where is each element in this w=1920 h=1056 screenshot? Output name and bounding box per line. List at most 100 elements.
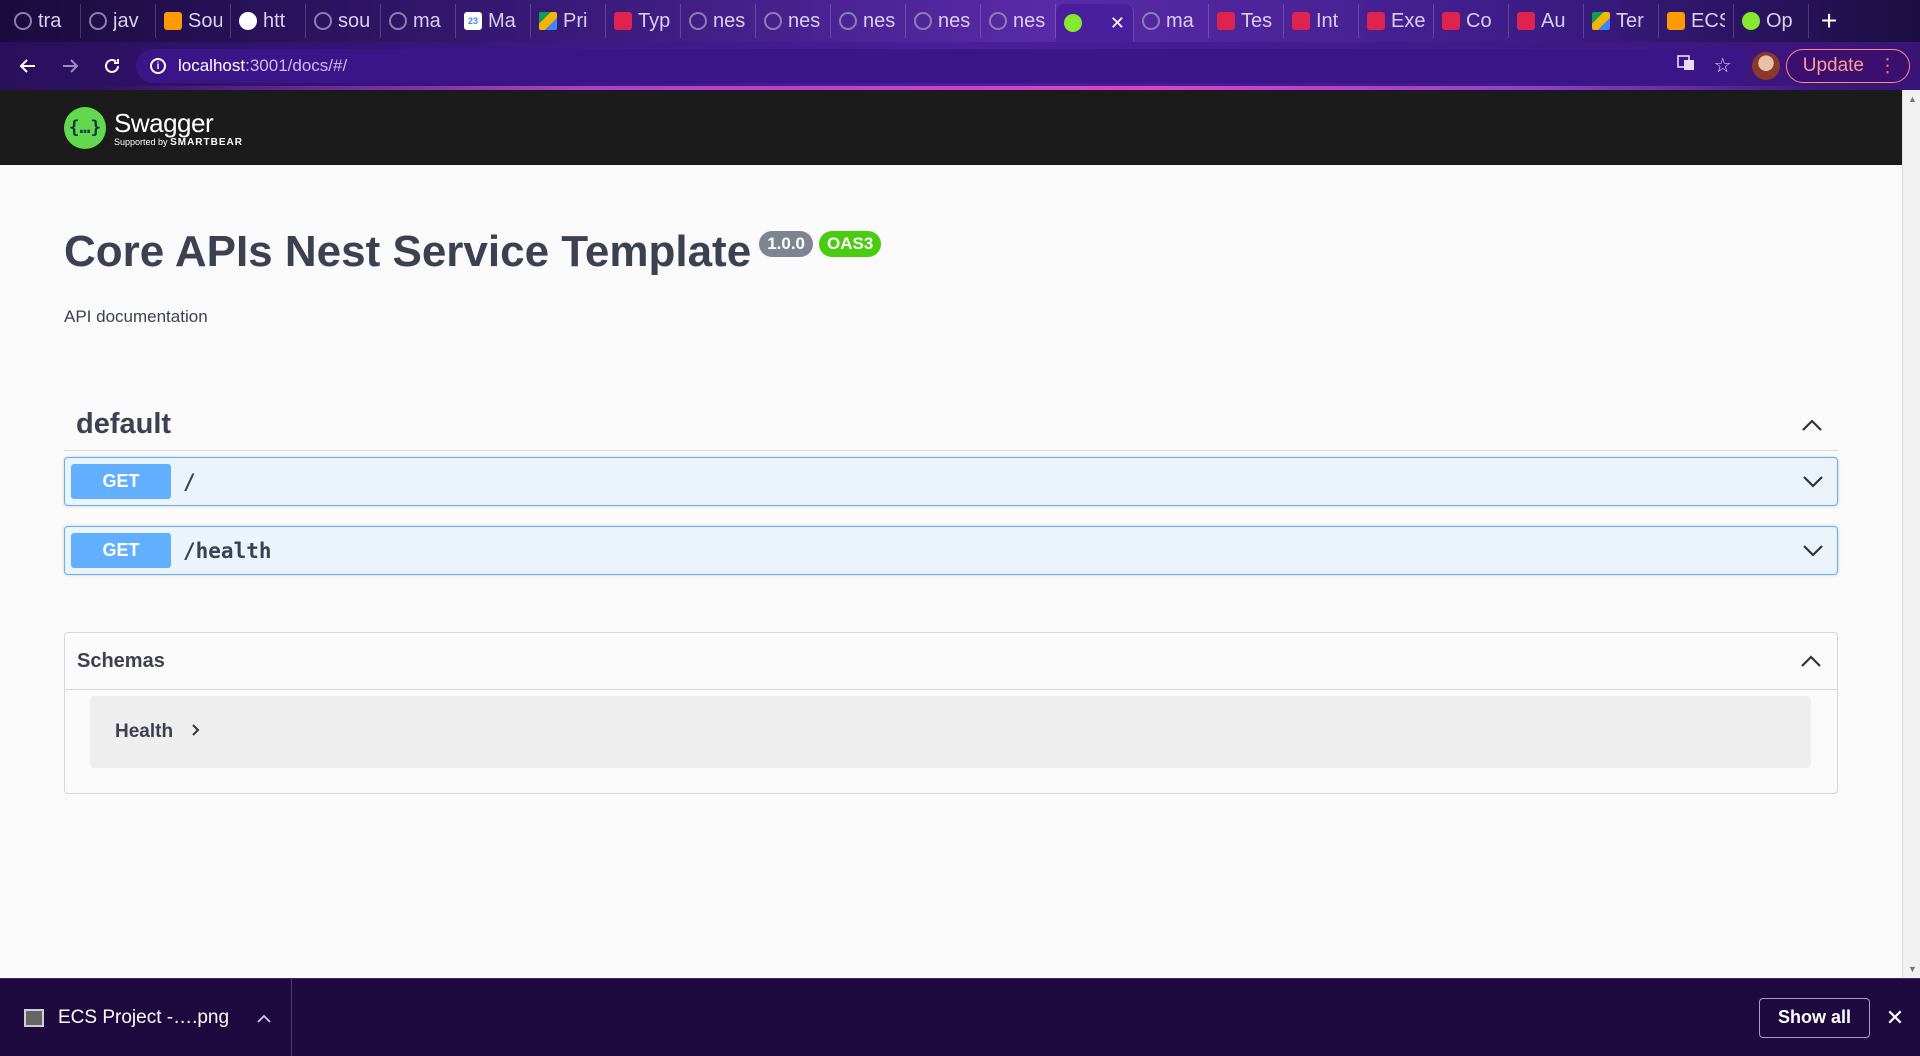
chevron-up-icon[interactable] [257,1010,271,1026]
tab-label: Ma [488,9,516,32]
browser-tab[interactable]: Exe [1359,4,1434,38]
schemas-header[interactable]: Schemas [65,633,1837,690]
profile-avatar[interactable] [1751,52,1780,80]
browser-tab[interactable]: tra [6,4,81,38]
back-button[interactable] [10,48,46,84]
tab-label: Ter [1616,9,1644,32]
logo-sub-text: Supported by [114,136,168,147]
tab-label: ECS [1691,9,1725,32]
chevron-up-icon[interactable] [1798,411,1826,439]
browser-tab[interactable]: Pri [531,4,606,38]
browser-tab[interactable]: nes [681,4,756,38]
browser-tab[interactable]: Sou [156,4,231,38]
browser-tab[interactable]: nes [756,4,831,38]
browser-tab[interactable]: nes [906,4,981,38]
browser-tab[interactable]: nes [831,4,906,38]
chevron-up-icon[interactable] [1797,647,1825,675]
tab-label: Co [1466,9,1492,32]
chevron-right-icon[interactable] [191,723,201,742]
browser-tab[interactable]: sou [306,4,381,38]
github-icon [989,12,1007,30]
download-item[interactable]: ECS Project -….png [0,979,293,1056]
image-file-icon [24,1008,44,1027]
tag-section-default: default GET / GET /health [64,399,1838,575]
calendar-icon: 23 [464,12,482,30]
api-info: Core APIs Nest Service Template 1.0.0 OA… [64,227,1838,327]
translate-icon[interactable] [1676,53,1696,79]
api-title: Core APIs Nest Service Template [64,227,752,276]
operation-get-health[interactable]: GET /health [64,526,1838,575]
site-info-icon[interactable]: i [150,58,166,74]
forward-button[interactable] [52,48,88,84]
tab-label: nes [863,9,896,32]
github-icon [839,12,857,30]
download-file-name: ECS Project -….png [58,1006,230,1028]
reload-button[interactable] [94,48,130,84]
chevron-down-icon[interactable] [1799,537,1827,565]
tab-label: Au [1541,9,1566,32]
update-label: Update [1802,55,1864,76]
tag-name: default [76,408,172,440]
github-icon [1142,12,1160,30]
download-bar: ECS Project -….png Show all ✕ [0,978,1920,1056]
scroll-up-icon[interactable]: ▲ [1908,94,1917,104]
browser-tab[interactable]: nes [981,4,1056,38]
tab-label: Exe [1391,9,1425,32]
chevron-down-icon[interactable] [1799,468,1827,496]
tab-label: nes [938,9,971,32]
browser-tab[interactable]: Ter [1584,4,1659,38]
update-button[interactable]: Update ⋮ [1785,49,1910,83]
bookmark-star-icon[interactable]: ☆ [1714,53,1732,79]
browser-tab[interactable]: ✕ [1056,4,1134,42]
browser-toolbar: i localhost:3001/docs/#/ ☆ Update ⋮ [0,42,1920,90]
more-menu-icon: ⋮ [1878,55,1897,77]
aws-icon [1667,12,1685,30]
tab-label: ma [1166,9,1194,32]
schema-name: Health [115,721,174,742]
browser-tab[interactable]: 23 Ma [456,4,531,38]
scroll-down-icon[interactable]: ▼ [1908,964,1917,974]
oas-badge: OAS3 [819,231,882,257]
url-host: localhost [178,56,246,75]
browser-tab[interactable]: Typ [606,4,681,38]
tab-label: Int [1316,9,1339,32]
github-icon [764,12,782,30]
method-badge: GET [71,464,171,499]
browser-tab[interactable]: Au [1509,4,1584,38]
logo-name: Swagger [114,107,214,138]
forward-arrow-icon [63,59,79,73]
tab-label: Op [1766,9,1793,32]
swagger-logo-text: Swagger Supported by SMARTBEAR [114,108,243,148]
close-icon[interactable]: ✕ [1870,1005,1920,1031]
reload-icon [105,58,119,73]
browser-tab[interactable]: Op [1734,4,1809,38]
title-row: Core APIs Nest Service Template 1.0.0 OA… [64,227,1838,277]
browser-tab[interactable]: ma [1134,4,1209,38]
tab-label: Pri [563,9,588,32]
tab-label: tra [38,9,62,32]
github-icon [314,12,332,30]
omnibox-actions: ☆ [1676,53,1732,79]
new-tab-button[interactable]: + [1809,5,1849,37]
address-bar[interactable]: i localhost:3001/docs/#/ ☆ [136,49,1746,83]
url-text: localhost:3001/docs/#/ [178,56,347,76]
browser-tab[interactable]: ECS [1659,4,1734,38]
url-path: :3001/docs/#/ [245,56,348,75]
show-all-button[interactable]: Show all [1758,997,1870,1038]
tag-header[interactable]: default [64,399,1838,451]
tab-label: sou [338,9,371,32]
logo-brand: SMARTBEAR [170,136,243,148]
browser-tab[interactable]: htt [231,4,306,38]
aws-icon [164,12,182,30]
page-scrollbar[interactable]: ▲ ▼ [1902,90,1920,978]
browser-tab[interactable]: ma [381,4,456,38]
browser-tab[interactable]: Co [1434,4,1509,38]
browser-tab[interactable]: jav [81,4,156,38]
swagger-logo-icon[interactable]: {…} [64,106,106,149]
browser-tab[interactable]: Int [1284,4,1359,38]
tab-label: Tes [1241,9,1273,32]
close-tab-icon[interactable]: ✕ [1110,13,1125,34]
operation-get-root[interactable]: GET / [64,457,1838,506]
browser-tab[interactable]: Tes [1209,4,1284,38]
schema-item-health[interactable]: Health [90,696,1811,768]
